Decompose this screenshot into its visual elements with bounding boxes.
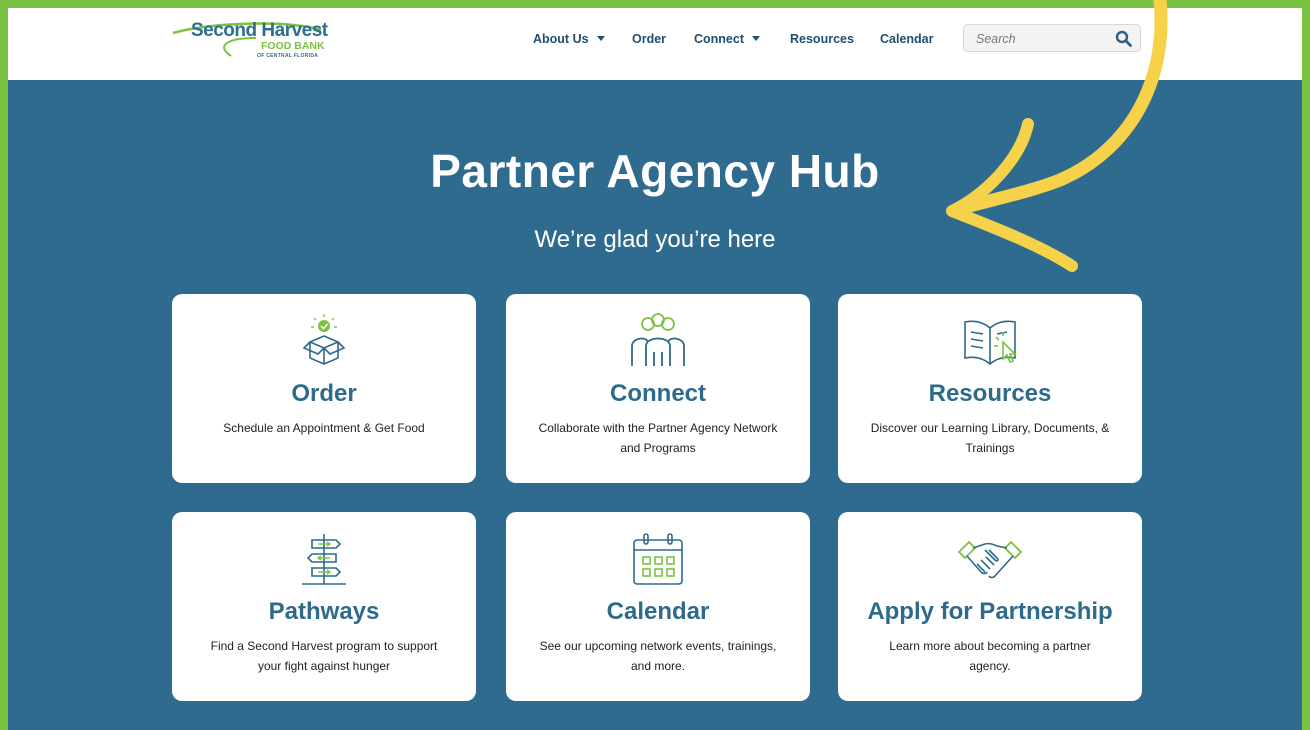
card-title: Connect (610, 380, 706, 407)
card-pathways[interactable]: Pathways Find a Second Harvest program t… (172, 512, 476, 701)
people-icon (631, 313, 685, 366)
book-icon (964, 320, 1017, 366)
card-title: Calendar (606, 598, 710, 625)
nav-item-resources[interactable]: Resources (790, 32, 854, 46)
calendar-icon (633, 533, 683, 585)
card-title: Apply for Partnership (867, 598, 1113, 625)
search-box (963, 24, 1141, 52)
nav-item-calendar[interactable]: Calendar (880, 32, 934, 46)
hero-section: Second Harvest FOOD BANK OF CENTRAL FLOR… (8, 8, 1302, 730)
card-title: Pathways (268, 598, 380, 625)
card-order[interactable]: Order Schedule an Appointment & Get Food (172, 294, 476, 483)
card-title: Order (291, 380, 357, 407)
chevron-down-icon (752, 36, 760, 42)
card-description: See our upcoming network events, trainin… (539, 639, 777, 673)
logo-region: OF CENTRAL FLORIDA (257, 53, 319, 59)
handshake-icon (957, 540, 1023, 579)
card-apply-for-partnership[interactable]: Apply for Partnership Learn more about b… (838, 512, 1142, 701)
site-header: Second Harvest FOOD BANK OF CENTRAL FLOR… (8, 8, 1302, 80)
card-resources[interactable]: Resources Discover our Learning Library,… (838, 294, 1142, 483)
card-calendar[interactable]: Calendar See our upcoming network events… (506, 512, 810, 701)
nav-item-connect[interactable]: Connect (694, 32, 760, 46)
logo-food-bank: FOOD BANK (261, 40, 325, 52)
card-connect[interactable]: Connect Collaborate with the Partner Age… (506, 294, 810, 483)
search-icon[interactable] (1115, 30, 1132, 47)
card-description: Collaborate with the Partner Agency Netw… (538, 421, 778, 455)
card-description: Schedule an Appointment & Get Food (223, 421, 425, 435)
site-logo[interactable]: Second Harvest FOOD BANK OF CENTRAL FLOR… (171, 16, 331, 64)
logo-name: Second Harvest (191, 20, 328, 41)
page-subtitle: We’re glad you’re here (534, 226, 776, 253)
search-input[interactable] (974, 29, 1108, 49)
box-icon (302, 314, 346, 365)
page-title: Partner Agency Hub (430, 145, 880, 197)
card-title: Resources (928, 380, 1052, 407)
nav-item-about-us[interactable]: About Us (533, 32, 605, 46)
nav-item-order[interactable]: Order (632, 32, 666, 46)
signpost-icon (302, 534, 346, 585)
chevron-down-icon (596, 36, 605, 42)
card-description: Discover our Learning Library, Documents… (870, 421, 1110, 455)
card-description: Find a Second Harvest program to support… (210, 639, 438, 673)
card-description: Learn more about becoming a partner agen… (889, 639, 1091, 673)
